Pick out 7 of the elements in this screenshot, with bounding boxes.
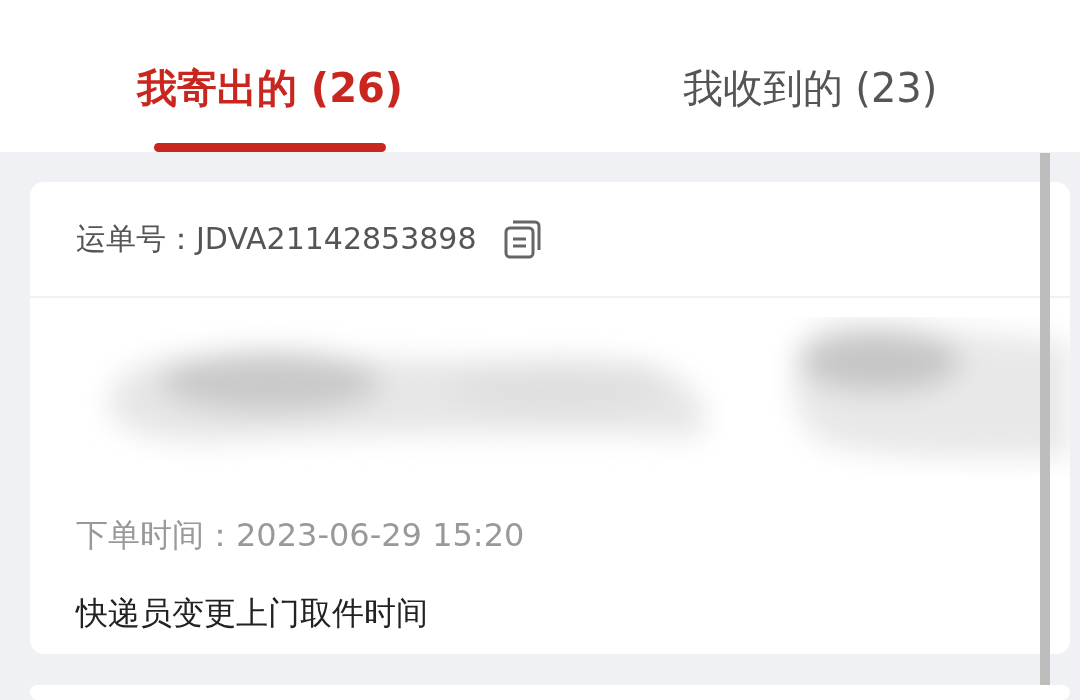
order-time: 下单时间：2023-06-29 15:20	[76, 515, 526, 556]
copy-icon[interactable]	[502, 219, 543, 259]
tab[interactable]: 我寄出的 (26)	[0, 0, 540, 152]
status-message: 快递员变更上门取件时间	[76, 593, 429, 634]
order-card[interactable]: 运单号：JDVA21142853898 下单时间：2023-06-29 15:20 快递员变更上门取件时间	[30, 182, 1070, 654]
tab[interactable]: 我收到的 (23)	[540, 0, 1080, 152]
waybill-number: 运单号：JDVA21142853898	[76, 219, 477, 258]
